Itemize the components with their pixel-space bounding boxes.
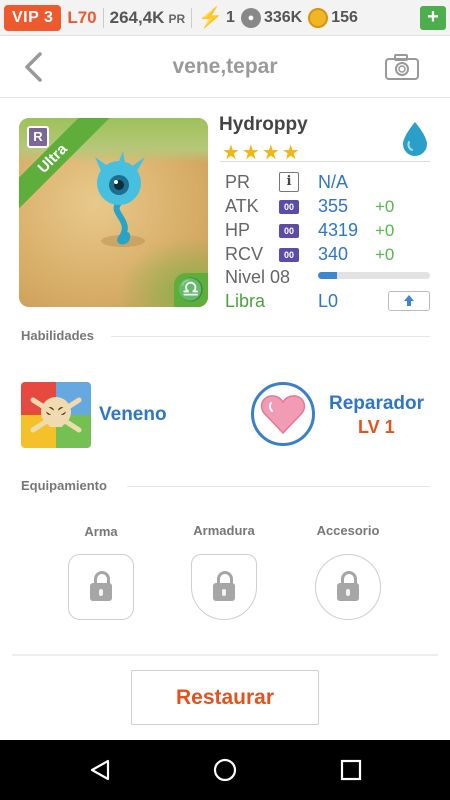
sign-level: L0	[318, 291, 339, 311]
monster-image	[95, 151, 145, 247]
atk-stat-label: ATK	[225, 196, 259, 216]
paw-counter: ● 336K	[240, 7, 303, 28]
accessory-slot[interactable]	[315, 554, 381, 620]
vip-badge[interactable]: VIP 3	[4, 4, 62, 31]
hp-stat-bonus: +0	[375, 221, 395, 240]
energy-counter: ⚡ 1	[198, 5, 235, 30]
add-coins-button[interactable]: +	[420, 5, 446, 30]
rcv-stat-label: RCV	[225, 244, 264, 264]
chevron-left-icon[interactable]	[22, 50, 44, 93]
coin-icon	[308, 7, 329, 28]
lock-icon	[90, 571, 112, 601]
player-level: L70	[67, 7, 104, 28]
restore-button[interactable]: Restaurar	[131, 670, 319, 725]
level-label: Nivel 08	[225, 267, 291, 287]
recents-square-icon[interactable]	[339, 758, 363, 782]
atk-stat-bonus: +0	[375, 197, 395, 216]
coin-counter: 156	[308, 7, 358, 28]
sign-label: Libra	[225, 291, 266, 311]
libra-icon: ♎	[174, 273, 208, 307]
system-nav-bar	[0, 740, 450, 800]
skills-section-title: Habilidades	[21, 328, 94, 343]
level-progress-fill	[318, 272, 338, 279]
slot-label-arma: Arma	[84, 524, 118, 539]
camera-icon[interactable]	[384, 53, 420, 81]
heart-skill-icon[interactable]	[251, 382, 315, 446]
hp-stat-label: HP	[225, 220, 251, 240]
rcv-badge: 00	[279, 248, 299, 262]
hp-stat-value: 4319	[318, 220, 359, 240]
atk-badge: 00	[279, 200, 299, 214]
skill-level: LV 1	[358, 417, 395, 437]
poison-skill-icon[interactable]	[21, 382, 91, 448]
paw-icon: ●	[240, 7, 261, 28]
energy-value: 1	[226, 8, 235, 26]
skill-name-veneno: Veneno	[99, 404, 167, 425]
rank-badge: R	[27, 126, 49, 148]
arrow-up-icon	[404, 295, 414, 306]
upgrade-sign-button[interactable]	[388, 291, 430, 311]
info-icon[interactable]: i	[279, 172, 299, 192]
coin-value: 156	[331, 8, 358, 26]
water-drop-icon	[403, 122, 427, 156]
paw-value: 336K	[263, 8, 303, 26]
power-rating-value: 264,4K	[109, 7, 165, 27]
page-title: vene,tepar	[172, 54, 278, 78]
slot-label-armadura: Armadura	[193, 523, 255, 538]
rcv-stat-bonus: +0	[375, 245, 395, 264]
monster-portrait[interactable]: Ultra R ♎	[19, 118, 208, 307]
atk-stat-value: 355	[318, 196, 349, 216]
lock-icon	[337, 571, 359, 601]
resource-bar: VIP 3 L70 264,4K PR ⚡ 1 ● 336K 156 +	[0, 0, 450, 36]
lock-icon	[213, 571, 235, 601]
rcv-stat-value: 340	[318, 244, 349, 264]
power-rating-unit: PR	[168, 11, 186, 26]
level-progress-bar	[318, 272, 430, 279]
page-header: vene,tepar	[0, 36, 450, 98]
power-rating: 264,4K PR	[109, 7, 193, 28]
pr-stat-value: N/A	[318, 172, 349, 192]
pr-stat-label: PR	[225, 172, 251, 192]
slot-label-accesorio: Accesorio	[316, 523, 380, 538]
skill-name-reparador: Reparador	[329, 393, 425, 414]
back-triangle-icon[interactable]	[88, 758, 112, 782]
weapon-slot[interactable]	[68, 554, 134, 620]
lightning-icon: ⚡	[198, 7, 224, 29]
monster-name: Hydroppy	[219, 114, 308, 135]
equipment-section-title: Equipamiento	[21, 478, 107, 493]
home-circle-icon[interactable]	[213, 758, 237, 782]
armor-slot[interactable]	[191, 554, 257, 620]
hp-badge: 00	[279, 224, 299, 238]
